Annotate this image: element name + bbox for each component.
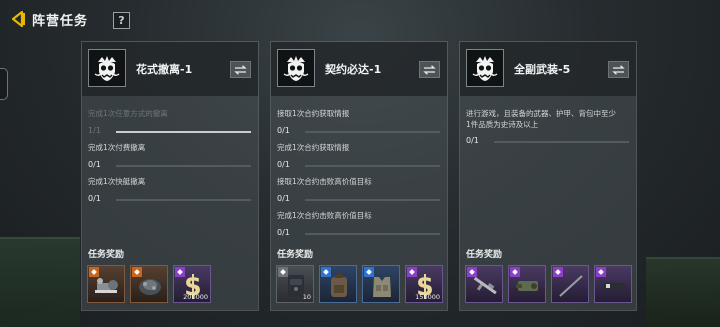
- task-label: 完成1次付费撤离: [88, 143, 146, 152]
- background-crate-right: [646, 257, 720, 327]
- reward-item[interactable]: [130, 265, 168, 303]
- mission-card: 契约必达-1 接取1次合约获取情报 0/1 完成1次合约获取情报 0/1 接取1次合约击…: [270, 41, 448, 311]
- reward-item[interactable]: 10: [276, 265, 314, 303]
- task-item: 完成1次快艇撤离 0/1: [88, 176, 254, 210]
- reward-item[interactable]: [319, 265, 357, 303]
- background-crate: [0, 237, 80, 327]
- back-arrow-icon: [11, 10, 25, 28]
- reward-item[interactable]: [508, 265, 546, 303]
- reward-list: 10 S 150000: [276, 265, 443, 303]
- task-list: 接取1次合约获取情报 0/1 完成1次合约获取情报 0/1 接取1次合约击败高价值目标 0…: [277, 108, 443, 244]
- reward-item[interactable]: [362, 265, 400, 303]
- backpack-icon: [325, 273, 353, 303]
- reward-item[interactable]: [465, 265, 503, 303]
- task-label: 进行游戏，且装备的武器、护甲、背包中至少1件品质为史诗及以上: [466, 109, 616, 129]
- reward-section-label: 任务奖励: [88, 250, 125, 260]
- task-item: 完成1次合约获取情报 0/1: [277, 142, 443, 176]
- task-progress-bar: [494, 141, 629, 143]
- mission-title: 全副武装-5: [514, 63, 571, 76]
- reward-item[interactable]: [551, 265, 589, 303]
- task-list: 进行游戏，且装备的武器、护甲、背包中至少1件品质为史诗及以上 0/1: [466, 108, 632, 154]
- task-progress-text: 0/1: [466, 136, 479, 145]
- help-button[interactable]: ?: [113, 12, 130, 29]
- page-title: 阵营任务: [32, 13, 89, 29]
- faction-crown-skull-icon: [88, 49, 126, 87]
- reward-quantity: 10: [302, 293, 311, 301]
- mission-card-header: 花式撤离-1: [82, 42, 258, 96]
- reward-list: [465, 265, 632, 303]
- swap-icon: [423, 64, 436, 75]
- task-progress-bar: [305, 233, 440, 235]
- vest-icon: [368, 273, 396, 303]
- reward-quantity: 200000: [183, 293, 208, 301]
- task-progress-bar: [116, 131, 251, 133]
- suppressor-icon: [600, 273, 628, 303]
- reward-section-label: 任务奖励: [466, 250, 503, 260]
- task-label: 接取1次合约击败高价值目标: [277, 177, 372, 186]
- task-item: 接取1次合约击败高价值目标 0/1: [277, 176, 443, 210]
- reward-list: S 200000: [87, 265, 211, 303]
- task-progress-fill: [116, 131, 251, 133]
- mission-title: 花式撤离-1: [136, 63, 193, 76]
- task-item: 完成1次合约击败高价值目标 0/1: [277, 210, 443, 244]
- task-item: 进行游戏，且装备的武器、护甲、背包中至少1件品质为史诗及以上 0/1: [466, 108, 632, 154]
- mission-card: 花式撤离-1 完成1次任意方式的撤离 1/1 完成1次付费撤离 0/1 完成1次快艇撤离…: [81, 41, 259, 311]
- task-item: 完成1次任意方式的撤离 1/1: [88, 108, 254, 142]
- reward-item[interactable]: [594, 265, 632, 303]
- swap-icon: [234, 64, 247, 75]
- task-label: 完成1次合约获取情报: [277, 143, 350, 152]
- back-button[interactable]: [8, 8, 30, 30]
- reward-section-label: 任务奖励: [277, 250, 314, 260]
- task-progress-text: 0/1: [88, 194, 101, 203]
- task-label: 完成1次任意方式的撤离: [88, 109, 168, 118]
- mission-card-header: 契约必达-1: [271, 42, 447, 96]
- task-progress-text: 0/1: [277, 160, 290, 169]
- task-progress-text: 0/1: [277, 126, 290, 135]
- scope-rod-icon: [557, 273, 585, 303]
- gear-parts-icon: [93, 273, 121, 303]
- grenade-launcher-icon: [514, 273, 542, 303]
- page-header: 阵营任务: [8, 8, 88, 30]
- rifle-icon: [471, 273, 499, 303]
- swap-icon: [612, 64, 625, 75]
- reward-item[interactable]: S 200000: [173, 265, 211, 303]
- task-item: 完成1次付费撤离 0/1: [88, 142, 254, 176]
- task-progress-text: 0/1: [88, 160, 101, 169]
- swap-mission-button[interactable]: [230, 61, 251, 78]
- task-progress-bar: [305, 131, 440, 133]
- task-label: 完成1次合约击败高价值目标: [277, 211, 372, 220]
- task-progress-text: 0/1: [277, 228, 290, 237]
- task-progress-bar: [305, 199, 440, 201]
- mission-title: 契约必达-1: [325, 63, 382, 76]
- side-drawer-handle[interactable]: [0, 68, 8, 100]
- reward-item[interactable]: [87, 265, 125, 303]
- task-progress-bar: [116, 165, 251, 167]
- faction-crown-skull-icon: [277, 49, 315, 87]
- task-progress-bar: [116, 199, 251, 201]
- task-label: 接取1次合约获取情报: [277, 109, 350, 118]
- reward-item[interactable]: S 150000: [405, 265, 443, 303]
- mission-card: 全副武装-5 进行游戏，且装备的武器、护甲、背包中至少1件品质为史诗及以上 0/1…: [459, 41, 637, 311]
- task-list: 完成1次任意方式的撤离 1/1 完成1次付费撤离 0/1 完成1次快艇撤离 0/1: [88, 108, 254, 210]
- task-progress-bar: [305, 165, 440, 167]
- grenade-bundle-icon: [136, 273, 164, 303]
- task-progress-text: 1/1: [88, 126, 101, 135]
- task-label: 完成1次快艇撤离: [88, 177, 146, 186]
- swap-mission-button[interactable]: [419, 61, 440, 78]
- mission-card-header: 全副武装-5: [460, 42, 636, 96]
- faction-crown-skull-icon: [466, 49, 504, 87]
- reward-quantity: 150000: [415, 293, 440, 301]
- task-item: 接取1次合约获取情报 0/1: [277, 108, 443, 142]
- swap-mission-button[interactable]: [608, 61, 629, 78]
- task-progress-text: 0/1: [277, 194, 290, 203]
